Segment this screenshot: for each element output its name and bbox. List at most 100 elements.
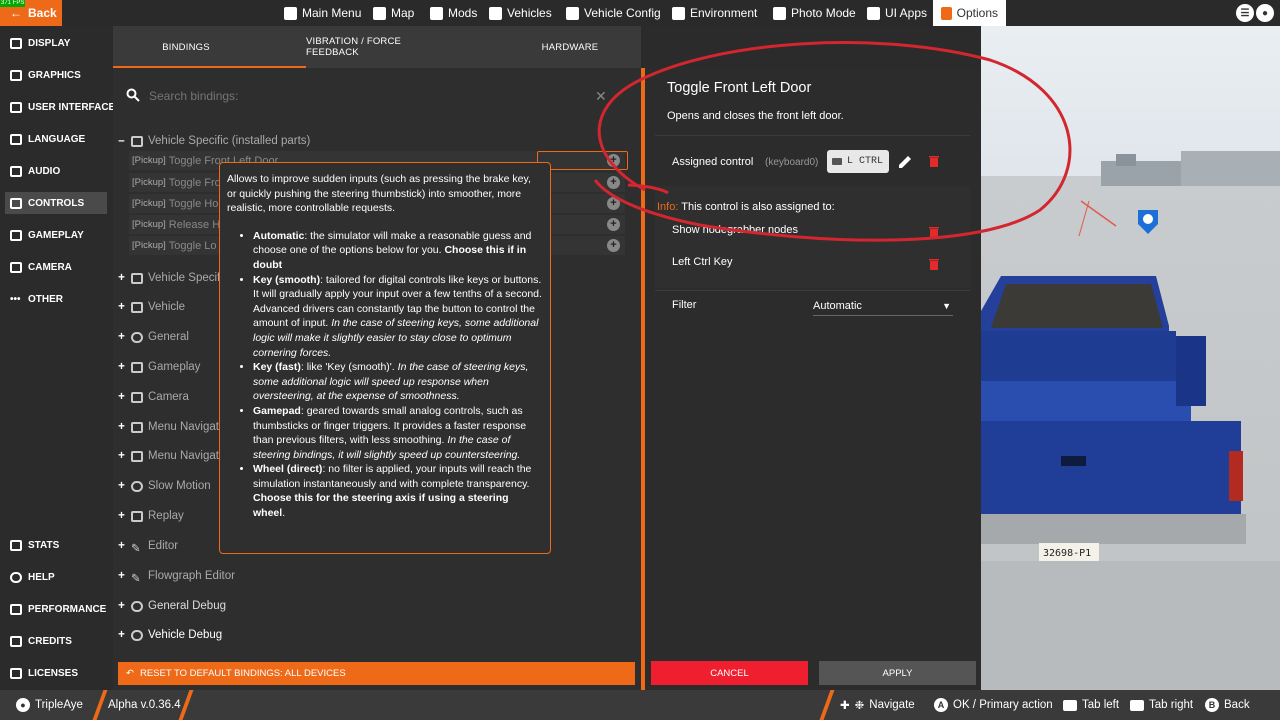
category-general-debug[interactable]: + General Debug (117, 597, 226, 615)
hint-ok: A OK / Primary action (934, 690, 1053, 720)
nav-vehicles[interactable]: Vehicles (489, 0, 552, 26)
reset-bindings-button[interactable]: ↶ RESET TO DEFAULT BINDINGS: ALL DEVICES (118, 662, 635, 685)
nav-map[interactable]: Map (373, 0, 414, 26)
add-binding-button[interactable]: + (607, 239, 620, 252)
sidebar-item-controls[interactable]: CONTROLS (5, 192, 107, 214)
category-vehicle-debug[interactable]: + Vehicle Debug (117, 626, 222, 644)
conflict-item: Show nodegrabber nodes (672, 224, 798, 236)
hint-tab-right: Tab right (1130, 690, 1193, 720)
add-binding-button[interactable]: + (607, 176, 620, 189)
monitor-icon (10, 37, 22, 49)
film-icon (131, 510, 143, 522)
category-menu-navigation[interactable]: + Menu Navigation (117, 418, 234, 436)
sidebar-item-performance[interactable]: PERFORMANCE (5, 598, 107, 620)
menu-icon (131, 450, 143, 462)
trash-icon[interactable] (929, 226, 939, 238)
people-icon (10, 635, 22, 647)
sidebar-item-other[interactable]: ••• OTHER (5, 288, 107, 310)
sidebar-item-audio[interactable]: AUDIO (5, 160, 107, 182)
tooltip-item-gamepad: Gamepad: geared towards small analog con… (253, 404, 542, 462)
binding-description: Opens and closes the front left door. (667, 110, 844, 122)
car-icon (131, 135, 143, 147)
tooltip-item-wheel: Wheel (direct): no filter is applied, yo… (253, 462, 542, 520)
image-icon (10, 69, 22, 81)
category-general[interactable]: + General (117, 328, 189, 346)
tab-bindings[interactable]: BINDINGS (113, 26, 259, 68)
tooltip-item-key-smooth: Key (smooth): tailored for digital contr… (253, 273, 542, 361)
puzzle-icon (131, 361, 143, 373)
category-replay[interactable]: + Replay (117, 507, 184, 525)
filter-select[interactable]: Automatic ▼ (813, 296, 953, 316)
hint-tab-left: Tab left (1063, 690, 1119, 720)
category-menu-navigation[interactable]: + Menu Navigation (117, 447, 234, 465)
b-button-icon: B (1205, 698, 1219, 712)
a-button-icon: A (934, 698, 948, 712)
video-camera-icon (131, 391, 143, 403)
filter-label: Filter (672, 299, 697, 311)
apply-button[interactable]: APPLY (819, 661, 976, 685)
sidebar-item-language[interactable]: LANGUAGE (5, 128, 107, 150)
menu-icon (131, 421, 143, 433)
nav-ui-apps[interactable]: UI Apps (867, 0, 927, 26)
close-icon[interactable]: ✕ (595, 88, 607, 105)
nav-options[interactable]: Options (933, 0, 1006, 26)
category-editor[interactable]: + ✎ Editor (117, 537, 178, 555)
expand-icon: + (118, 301, 125, 313)
lb-button-icon (1063, 699, 1077, 711)
category-slow-motion[interactable]: + Slow Motion (117, 477, 211, 495)
tab-hardware[interactable]: HARDWARE (533, 26, 607, 68)
arrow-left-icon: ← (10, 6, 22, 20)
conflict-item: Left Ctrl Key (672, 256, 733, 268)
car-icon (131, 272, 143, 284)
nav-main-menu[interactable]: Main Menu (284, 0, 361, 26)
search-input[interactable] (149, 87, 569, 105)
dpad-icon: ✚ (840, 700, 850, 712)
gamepad-icon (10, 197, 22, 209)
assigned-key-chip[interactable]: L CTRL (827, 150, 889, 173)
category-vehicle[interactable]: + Vehicle (117, 298, 185, 316)
sidebar-item-credits[interactable]: CREDITS (5, 630, 107, 652)
category-flowgraph-editor[interactable]: + ✎ Flowgraph Editor (117, 567, 235, 585)
divider (655, 290, 970, 291)
sidebar-item-licenses[interactable]: LICENSES (5, 662, 107, 684)
chevron-down-icon: ▼ (942, 300, 951, 311)
globe-icon (131, 331, 143, 343)
cancel-button[interactable]: CANCEL (651, 661, 808, 685)
sidebar-item-user-interface[interactable]: USER INTERFACE (5, 96, 115, 118)
expand-icon: + (118, 570, 125, 582)
binding-title: Toggle Front Left Door (667, 80, 812, 96)
nav-photo-mode[interactable]: Photo Mode (773, 0, 856, 26)
nav-mods[interactable]: Mods (430, 0, 477, 26)
category-camera[interactable]: + Camera (117, 388, 189, 406)
expand-icon: + (118, 421, 125, 433)
back-label: Back (28, 6, 57, 20)
menu-circle-icon[interactable]: ☰ (1236, 4, 1254, 22)
add-binding-button[interactable]: + (607, 197, 620, 210)
sidebar-item-stats[interactable]: STATS (5, 534, 107, 556)
category-vehicle-specific-installed[interactable]: – Vehicle Specific (installed parts) (117, 132, 310, 150)
sidebar-item-graphics[interactable]: GRAPHICS (5, 64, 107, 86)
pencil-icon: ✎ (131, 542, 141, 555)
nav-vehicle-config[interactable]: Vehicle Config (566, 0, 661, 26)
expand-icon: + (118, 391, 125, 403)
top-bar: ← Back 371 FPS Main Menu Map Mods Vehicl… (0, 0, 1280, 26)
category-gameplay[interactable]: + Gameplay (117, 358, 200, 376)
expand-icon: + (118, 361, 125, 373)
add-binding-button[interactable]: + (607, 218, 620, 231)
sidebar-item-camera[interactable]: CAMERA (5, 256, 107, 278)
binding-detail-panel: Toggle Front Left Door Opens and closes … (645, 68, 981, 690)
trash-icon[interactable] (929, 155, 939, 167)
nav-environment[interactable]: Environment (672, 0, 757, 26)
user-profile[interactable]: ● TripleAye (16, 690, 83, 720)
pencil-icon[interactable] (896, 153, 914, 171)
sidebar-item-help[interactable]: HELP (5, 566, 107, 588)
trash-icon[interactable] (929, 258, 939, 270)
scene-image: 32698-P1 (981, 26, 1280, 690)
filter-help-tooltip: Allows to improve sudden inputs (such as… (219, 162, 551, 554)
category-vehicle-specific[interactable]: + Vehicle Specific (117, 269, 228, 287)
sidebar-item-gameplay[interactable]: GAMEPLAY (5, 224, 107, 246)
tab-vibration[interactable]: VIBRATION / FORCE FEEDBACK (306, 26, 446, 68)
sidebar-item-display[interactable]: DISPLAY (5, 32, 107, 54)
video-camera-icon (10, 261, 22, 273)
translate-icon (10, 133, 22, 145)
